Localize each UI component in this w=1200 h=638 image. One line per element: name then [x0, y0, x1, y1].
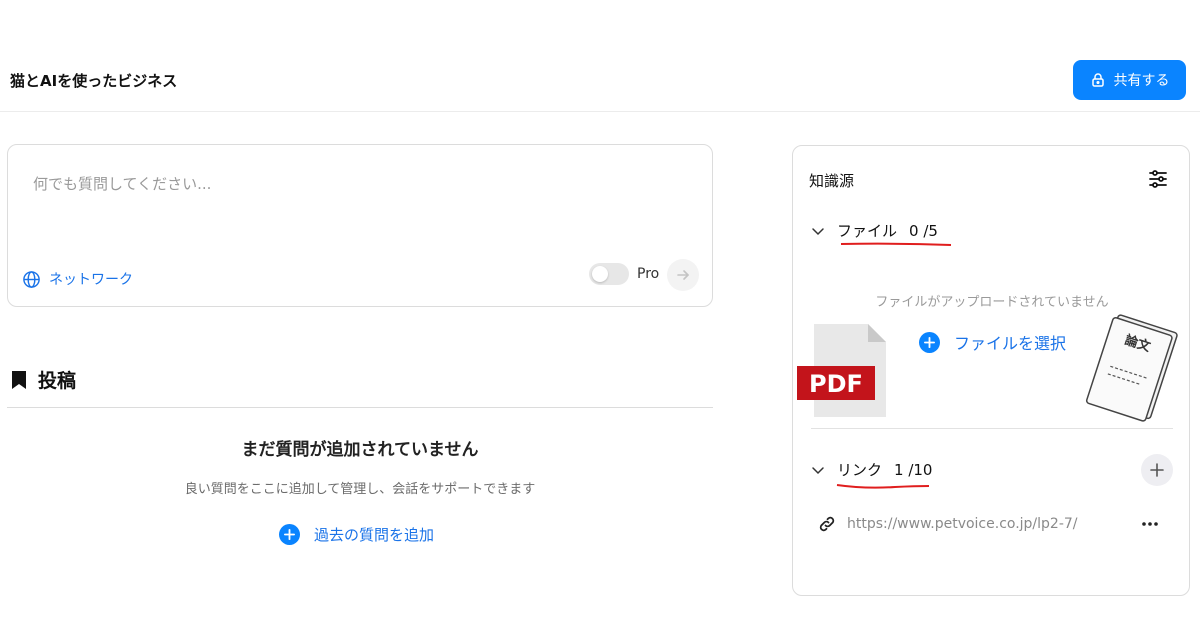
- link-icon: [819, 516, 835, 532]
- question-box: ネットワーク Pro: [7, 144, 713, 307]
- question-input[interactable]: [33, 175, 593, 193]
- chevron-down-icon: [812, 227, 824, 235]
- plus-circle-icon: [919, 331, 940, 353]
- network-label: ネットワーク: [49, 272, 133, 288]
- add-link-button[interactable]: [1141, 454, 1173, 486]
- no-files-text: ファイルがアップロードされていません: [875, 295, 1109, 310]
- sliders-icon[interactable]: [1147, 168, 1169, 190]
- link-url: https://www.petvoice.co.jp/lp2-7/: [847, 516, 1078, 532]
- send-button[interactable]: [667, 259, 699, 291]
- more-options-icon[interactable]: [1139, 516, 1161, 532]
- add-past-question-label: 過去の質問を追加: [314, 526, 435, 544]
- pdf-file-illustration: PDF: [797, 324, 886, 417]
- links-count: 1 /10: [894, 460, 933, 479]
- page-title: 猫とAIを使ったビジネス: [10, 72, 178, 90]
- pro-toggle[interactable]: [589, 263, 629, 285]
- toggle-knob: [592, 266, 608, 282]
- files-count: 0 /5: [909, 221, 938, 240]
- files-section-toggle[interactable]: ファイル 0 /5: [811, 220, 938, 241]
- select-file-label: ファイルを選択: [954, 334, 1067, 353]
- empty-state-title: まだ質問が追加されていません: [241, 440, 479, 460]
- share-button[interactable]: 共有する: [1073, 60, 1186, 100]
- links-section-toggle[interactable]: リンク 1 /10: [811, 459, 932, 480]
- globe-icon: [23, 270, 40, 288]
- knowledge-panel: 知識源 ファイル 0 /5 ファイルがアップロードされていません PDF ファイ…: [792, 145, 1190, 596]
- top-header: 猫とAIを使ったビジネス 共有する: [0, 52, 1200, 112]
- network-button[interactable]: ネットワーク: [22, 269, 133, 289]
- chevron-down-icon: [812, 466, 824, 474]
- select-file-button[interactable]: ファイルを選択: [919, 330, 1066, 354]
- share-button-label: 共有する: [1113, 73, 1170, 89]
- plus-icon: [1150, 463, 1164, 477]
- pdf-text: PDF: [809, 370, 863, 398]
- empty-state-description: 良い質問をここに追加して管理し、会話をサポートできます: [184, 482, 536, 497]
- link-list-item[interactable]: https://www.petvoice.co.jp/lp2-7/: [817, 514, 1078, 534]
- bookmark-icon: [12, 370, 26, 389]
- red-underline-annotation: [836, 484, 930, 489]
- red-underline-annotation: [840, 242, 952, 246]
- add-past-question-button[interactable]: 過去の質問を追加: [279, 524, 434, 545]
- pro-label: Pro: [637, 266, 660, 282]
- lock-icon: [1091, 73, 1104, 87]
- files-label: ファイル: [837, 222, 898, 240]
- posts-title: 投稿: [38, 370, 77, 392]
- divider: [7, 407, 713, 408]
- arrow-right-icon: [677, 270, 689, 280]
- posts-header: 投稿: [10, 366, 76, 393]
- plus-circle-icon: [279, 524, 300, 545]
- divider: [811, 428, 1173, 429]
- links-label: リンク: [837, 461, 883, 479]
- paper-document-illustration: 論文: [1085, 314, 1178, 422]
- knowledge-title: 知識源: [809, 172, 855, 190]
